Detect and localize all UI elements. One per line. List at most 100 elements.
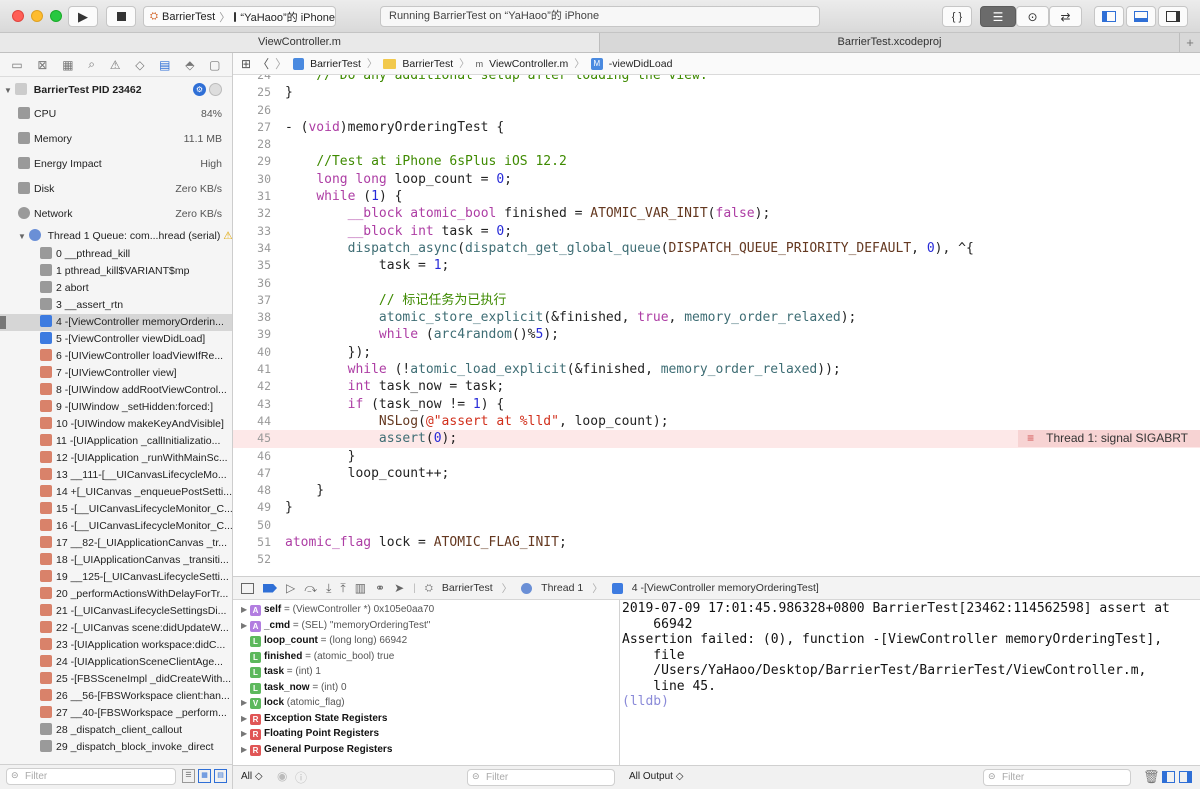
line-number[interactable]: 44 — [233, 413, 271, 430]
variable-row[interactable]: ▶ Vlock (atomic_flag) — [233, 695, 619, 711]
disclosure-triangle-icon[interactable]: ▶ — [241, 742, 250, 758]
toggle-debug-area-button[interactable] — [1126, 6, 1156, 27]
line-number[interactable]: 45 — [233, 430, 271, 447]
step-into-icon[interactable]: ⤓ — [326, 581, 331, 596]
stack-frame-row[interactable]: 4 -[ViewController memoryOrderin... — [0, 314, 232, 331]
memory-graph-icon[interactable]: ⚭ — [375, 581, 385, 595]
stack-frame-row[interactable]: 9 -[UIWindow _setHidden:forced:] — [0, 399, 232, 416]
gauge-row[interactable]: Network Zero KB/s — [0, 202, 232, 227]
line-number[interactable]: 28 — [233, 136, 271, 153]
back-arrow-icon[interactable]: 〈 — [257, 55, 269, 72]
variable-row[interactable]: ▶ Aself = (ViewController *) 0x105e0aa70 — [233, 602, 619, 618]
disclosure-triangle-icon[interactable]: ▶ — [241, 726, 250, 742]
zoom-window-button[interactable] — [50, 10, 62, 22]
version-editor-button[interactable]: ⇄ — [1049, 6, 1082, 27]
debug-console[interactable]: 2019-07-09 17:01:45.986328+0800 BarrierT… — [621, 600, 1200, 765]
debug-options-icon[interactable]: ⚙ — [193, 83, 206, 96]
stack-frame-row[interactable]: 27 __40-[FBSWorkspace _perform... — [0, 705, 232, 722]
line-number[interactable]: 24 — [233, 75, 271, 84]
disclosure-triangle-icon[interactable]: ▶ — [241, 695, 250, 711]
jump-crumb-method[interactable]: -viewDidLoad — [609, 58, 673, 70]
line-number[interactable]: 41 — [233, 361, 271, 378]
simulate-location-icon[interactable]: ➤ — [394, 581, 404, 595]
line-number[interactable]: 34 — [233, 240, 271, 257]
scheme-selector[interactable]: ⛭ BarrierTest 〉 “YaHaoo”的 iPhone — [143, 6, 336, 27]
forward-arrow-icon[interactable]: 〉 — [275, 55, 287, 72]
variable-row[interactable]: Ltask = (int) 1 — [233, 664, 619, 680]
line-number[interactable]: 38 — [233, 309, 271, 326]
breakpoint-navigator-icon[interactable]: ⬘ — [185, 58, 194, 72]
step-over-icon[interactable]: ⤼ — [304, 581, 317, 596]
step-out-icon[interactable]: ⤒ — [340, 581, 345, 596]
stack-frame-row[interactable]: 28 _dispatch_client_callout — [0, 722, 232, 739]
view-hierarchy-icon[interactable]: ▥ — [355, 581, 366, 595]
stack-frame-row[interactable]: 23 -[UIApplication workspace:didC... — [0, 637, 232, 654]
line-number[interactable]: 52 — [233, 551, 271, 568]
line-number[interactable]: 42 — [233, 378, 271, 395]
source-control-icon[interactable]: ⊠ — [37, 58, 47, 72]
gauge-row[interactable]: Energy Impact High — [0, 152, 232, 177]
stack-frame-row[interactable]: 6 -[UIViewController loadViewIfRe... — [0, 348, 232, 365]
stack-frame-row[interactable]: 13 __111-[__UICanvasLifecycleMo... — [0, 467, 232, 484]
line-number[interactable]: 27 — [233, 119, 271, 136]
crashed-threads-icon[interactable]: ☰ — [182, 769, 195, 783]
stack-frame-row[interactable]: 7 -[UIViewController view] — [0, 365, 232, 382]
stack-frame-row[interactable]: 19 __125-[_UICanvasLifecycleSetti... — [0, 569, 232, 586]
gauge-row[interactable]: Memory 11.1 MB — [0, 127, 232, 152]
continue-icon[interactable]: ▷ — [286, 581, 295, 595]
stack-frame-row[interactable]: 21 -[_UICanvasLifecycleSettingsDi... — [0, 603, 232, 620]
related-items-icon[interactable]: ⊞ — [241, 57, 251, 71]
line-number[interactable]: 46 — [233, 448, 271, 465]
stack-frame-row[interactable]: 12 -[UIApplication _runWithMainSc... — [0, 450, 232, 467]
variable-row[interactable]: Lloop_count = (long long) 66942 — [233, 633, 619, 649]
disclosure-triangle-icon[interactable]: ▼ — [4, 86, 12, 95]
jump-crumb-file[interactable]: ViewController.m — [489, 58, 568, 70]
stack-frame-row[interactable]: 26 __56-[FBSWorkspace client:han... — [0, 688, 232, 705]
trash-icon[interactable]: 🗑 — [1143, 769, 1160, 785]
tab-barriertest-xcodeproj[interactable]: BarrierTest.xcodeproj — [599, 33, 1179, 52]
variable-row[interactable]: ▶ R Floating Point Registers — [233, 726, 619, 742]
disclosure-triangle-icon[interactable]: ▶ — [241, 711, 250, 727]
stack-frame-row[interactable]: 25 -[FBSSceneImpl _didCreateWith... — [0, 671, 232, 688]
report-navigator-icon[interactable]: ▢ — [209, 58, 220, 72]
disclosure-triangle-icon[interactable]: ▼ — [18, 232, 26, 241]
stack-frame-row[interactable]: 2 abort — [0, 280, 232, 297]
project-navigator-icon[interactable]: ▭ — [11, 58, 22, 72]
stack-frame-row[interactable]: 8 -[UIWindow addRootViewControl... — [0, 382, 232, 399]
issue-navigator-icon[interactable]: ⚠ — [110, 58, 121, 72]
running-blocks-icon[interactable]: ▤ — [214, 769, 227, 783]
stack-frame-row[interactable]: 15 -[__UICanvasLifecycleMonitor_C... — [0, 501, 232, 518]
line-number[interactable]: 29 — [233, 153, 271, 170]
close-window-button[interactable] — [12, 10, 24, 22]
console-filter-input[interactable]: Filter — [983, 769, 1131, 786]
line-number[interactable]: 26 — [233, 102, 271, 119]
line-number[interactable]: 51 — [233, 534, 271, 551]
stack-frame-row[interactable]: 24 -[UIApplicationSceneClientAge... — [0, 654, 232, 671]
variable-row[interactable]: ▶ R General Purpose Registers — [233, 742, 619, 758]
minimize-window-button[interactable] — [31, 10, 43, 22]
line-number[interactable]: 39 — [233, 326, 271, 343]
line-number[interactable]: 43 — [233, 396, 271, 413]
threads-with-debug-info-icon[interactable]: ▦ — [198, 769, 211, 783]
line-number[interactable]: 47 — [233, 465, 271, 482]
error-annotation[interactable]: ≡ Thread 1: signal SIGABRT — [1018, 430, 1200, 448]
hide-debug-area-icon[interactable] — [241, 582, 254, 594]
standard-editor-button[interactable]: ☰ — [980, 6, 1016, 27]
debug-crumb-frame[interactable]: 4 -[ViewController memoryOrderingTest] — [632, 582, 819, 594]
stack-frame-row[interactable]: 11 -[UIApplication _callInitializatio... — [0, 433, 232, 450]
process-row[interactable]: ▼ BarrierTest PID 23462 ⚙ — [0, 78, 232, 102]
gauge-row[interactable]: CPU 84% — [0, 102, 232, 127]
quick-look-icon[interactable]: ◉ — [277, 769, 287, 783]
variables-scope-popup[interactable]: All ◇ — [241, 771, 263, 782]
line-number[interactable]: 37 — [233, 292, 271, 309]
info-icon[interactable]: ⓘ — [295, 769, 307, 786]
console-output-popup[interactable]: All Output ◇ — [629, 771, 683, 782]
find-navigator-icon[interactable]: ⌕ — [88, 57, 95, 72]
disclosure-triangle-icon[interactable]: ▶ — [241, 618, 250, 634]
jump-crumb-group[interactable]: BarrierTest — [402, 58, 453, 70]
line-number[interactable]: 35 — [233, 257, 271, 274]
debug-crumb-process[interactable]: BarrierTest — [442, 582, 493, 594]
stop-button[interactable] — [106, 6, 136, 27]
assistant-editor-button[interactable]: ⊙ — [1016, 6, 1049, 27]
gauge-row[interactable]: Disk Zero KB/s — [0, 177, 232, 202]
